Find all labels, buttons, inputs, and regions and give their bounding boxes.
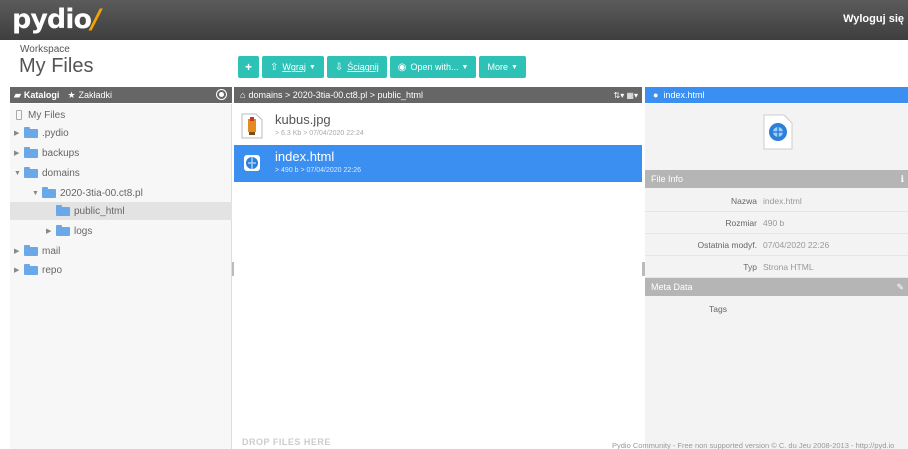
- pydio-logo[interactable]: pydio/: [12, 4, 101, 35]
- chevron-right-icon[interactable]: ▶: [14, 129, 24, 137]
- file-name: index.html: [275, 149, 335, 164]
- info-row-tags: Tags: [709, 304, 727, 314]
- caret-down-icon: ▼: [511, 63, 518, 71]
- caret-down-icon: ▼: [308, 63, 316, 71]
- info-row-size: Rozmiar 490 b: [645, 212, 908, 234]
- folder-icon: [56, 204, 70, 216]
- new-button[interactable]: +: [238, 56, 260, 78]
- toolbar: + ⇧ Wgraj ▼ ⇩ Ściągnij ◉ Open with... ▼ …: [238, 56, 526, 78]
- footer-credits: Pydio Community - Free non supported ver…: [612, 441, 895, 449]
- chevron-right-icon[interactable]: ▶: [14, 247, 24, 255]
- html-file-icon: [244, 155, 260, 171]
- download-button[interactable]: ⇩ Ściągnij: [326, 56, 387, 78]
- chevron-right-icon[interactable]: ▶: [14, 149, 24, 157]
- file-meta: > 6.3 Kb > 07/04/2020 22:24: [275, 130, 364, 137]
- meta-data-header: Meta Data ✎: [645, 278, 908, 296]
- open-with-button[interactable]: ◉ Open with... ▼: [389, 56, 477, 78]
- folder-icon: [42, 186, 56, 198]
- breadcrumb-bar: ⌂ domains > 2020-3tia-00.ct8.pl > public…: [234, 87, 642, 103]
- folder-icon: [24, 166, 38, 178]
- file-meta: > 490 b > 07/04/2020 22:26: [275, 167, 362, 174]
- drop-zone-label[interactable]: DROP FILES HERE: [242, 437, 331, 447]
- tab-folders[interactable]: ▰ Katalogi: [14, 90, 59, 101]
- file-info-header: File Info ℹ: [645, 170, 908, 188]
- folder-icon: [24, 244, 38, 256]
- folder-icon: [24, 146, 38, 158]
- info-row-type: Typ Strona HTML: [645, 256, 908, 278]
- info-row-modified: Ostatnia modyf. 07/04/2020 22:26: [645, 234, 908, 256]
- download-icon: ⇩: [334, 61, 344, 73]
- eye-icon: ◉: [397, 61, 407, 73]
- loading-icon: [217, 90, 226, 99]
- tree-root[interactable]: My Files: [16, 106, 65, 124]
- workspace-label: Workspace: [20, 44, 70, 55]
- top-bar: pydio/ Wyloguj się: [0, 0, 908, 40]
- chevron-down-icon[interactable]: ▼: [14, 170, 24, 177]
- info-panel-header: ● index.html: [645, 87, 908, 103]
- home-icon[interactable]: ⌂: [240, 90, 245, 100]
- image-file-icon: [241, 113, 263, 139]
- upload-icon: ⇧: [270, 61, 279, 73]
- info-icon: ●: [653, 90, 659, 100]
- tree-item-mail[interactable]: ▶ mail: [14, 242, 60, 260]
- upload-button[interactable]: ⇧ Wgraj ▼: [262, 56, 324, 78]
- folder-tree: My Files ▶ .pydio ▶ backups ▼ domains ▼ …: [10, 104, 232, 449]
- folder-icon: [56, 224, 70, 236]
- folder-icon: [24, 126, 38, 138]
- chevron-right-icon[interactable]: ▶: [14, 266, 24, 274]
- file-row-selected[interactable]: index.html > 490 b > 07/04/2020 22:26: [234, 145, 642, 182]
- html-file-preview-icon: [763, 114, 793, 150]
- view-controls[interactable]: ⇅▾ ▦▾: [613, 91, 638, 100]
- file-row[interactable]: kubus.jpg > 6.3 Kb > 07/04/2020 22:24: [234, 108, 642, 145]
- left-panel-header: ▰ Katalogi ★ Zakładki: [10, 87, 232, 103]
- tree-item-public-html[interactable]: public_html: [10, 202, 232, 220]
- workspace-title: My Files: [19, 55, 94, 77]
- breadcrumb[interactable]: domains > 2020-3tia-00.ct8.pl > public_h…: [248, 90, 423, 100]
- caret-down-icon: ▼: [461, 63, 469, 71]
- file-name: kubus.jpg: [275, 112, 331, 127]
- tree-item-logs[interactable]: ▶ logs: [46, 222, 92, 240]
- tree-item-2020-3tia[interactable]: ▼ 2020-3tia-00.ct8.pl: [32, 184, 143, 202]
- chevron-down-icon[interactable]: ▼: [32, 190, 42, 197]
- edit-icon[interactable]: ✎: [896, 282, 904, 293]
- tree-item-domains[interactable]: ▼ domains: [14, 164, 80, 182]
- tree-item-pydio[interactable]: ▶ .pydio: [14, 124, 69, 142]
- more-button[interactable]: More ▼: [479, 56, 526, 78]
- info-row-name: Nazwa index.html: [645, 190, 908, 212]
- file-list: kubus.jpg > 6.3 Kb > 07/04/2020 22:24 in…: [234, 104, 642, 449]
- logout-link[interactable]: Wyloguj się: [843, 13, 904, 25]
- plus-icon: +: [245, 60, 253, 74]
- device-icon: [16, 110, 22, 120]
- tree-item-repo[interactable]: ▶ repo: [14, 261, 62, 279]
- tab-bookmarks[interactable]: ★ Zakładki: [67, 90, 112, 101]
- folder-icon: [24, 263, 38, 275]
- info-circle-icon[interactable]: ℹ: [901, 174, 904, 185]
- folder-icon: ▰: [14, 89, 21, 100]
- star-icon: ★: [67, 89, 76, 100]
- info-panel: File Info ℹ Nazwa index.html Rozmiar 490…: [645, 104, 908, 449]
- chevron-right-icon[interactable]: ▶: [46, 227, 56, 235]
- tree-item-backups[interactable]: ▶ backups: [14, 144, 79, 162]
